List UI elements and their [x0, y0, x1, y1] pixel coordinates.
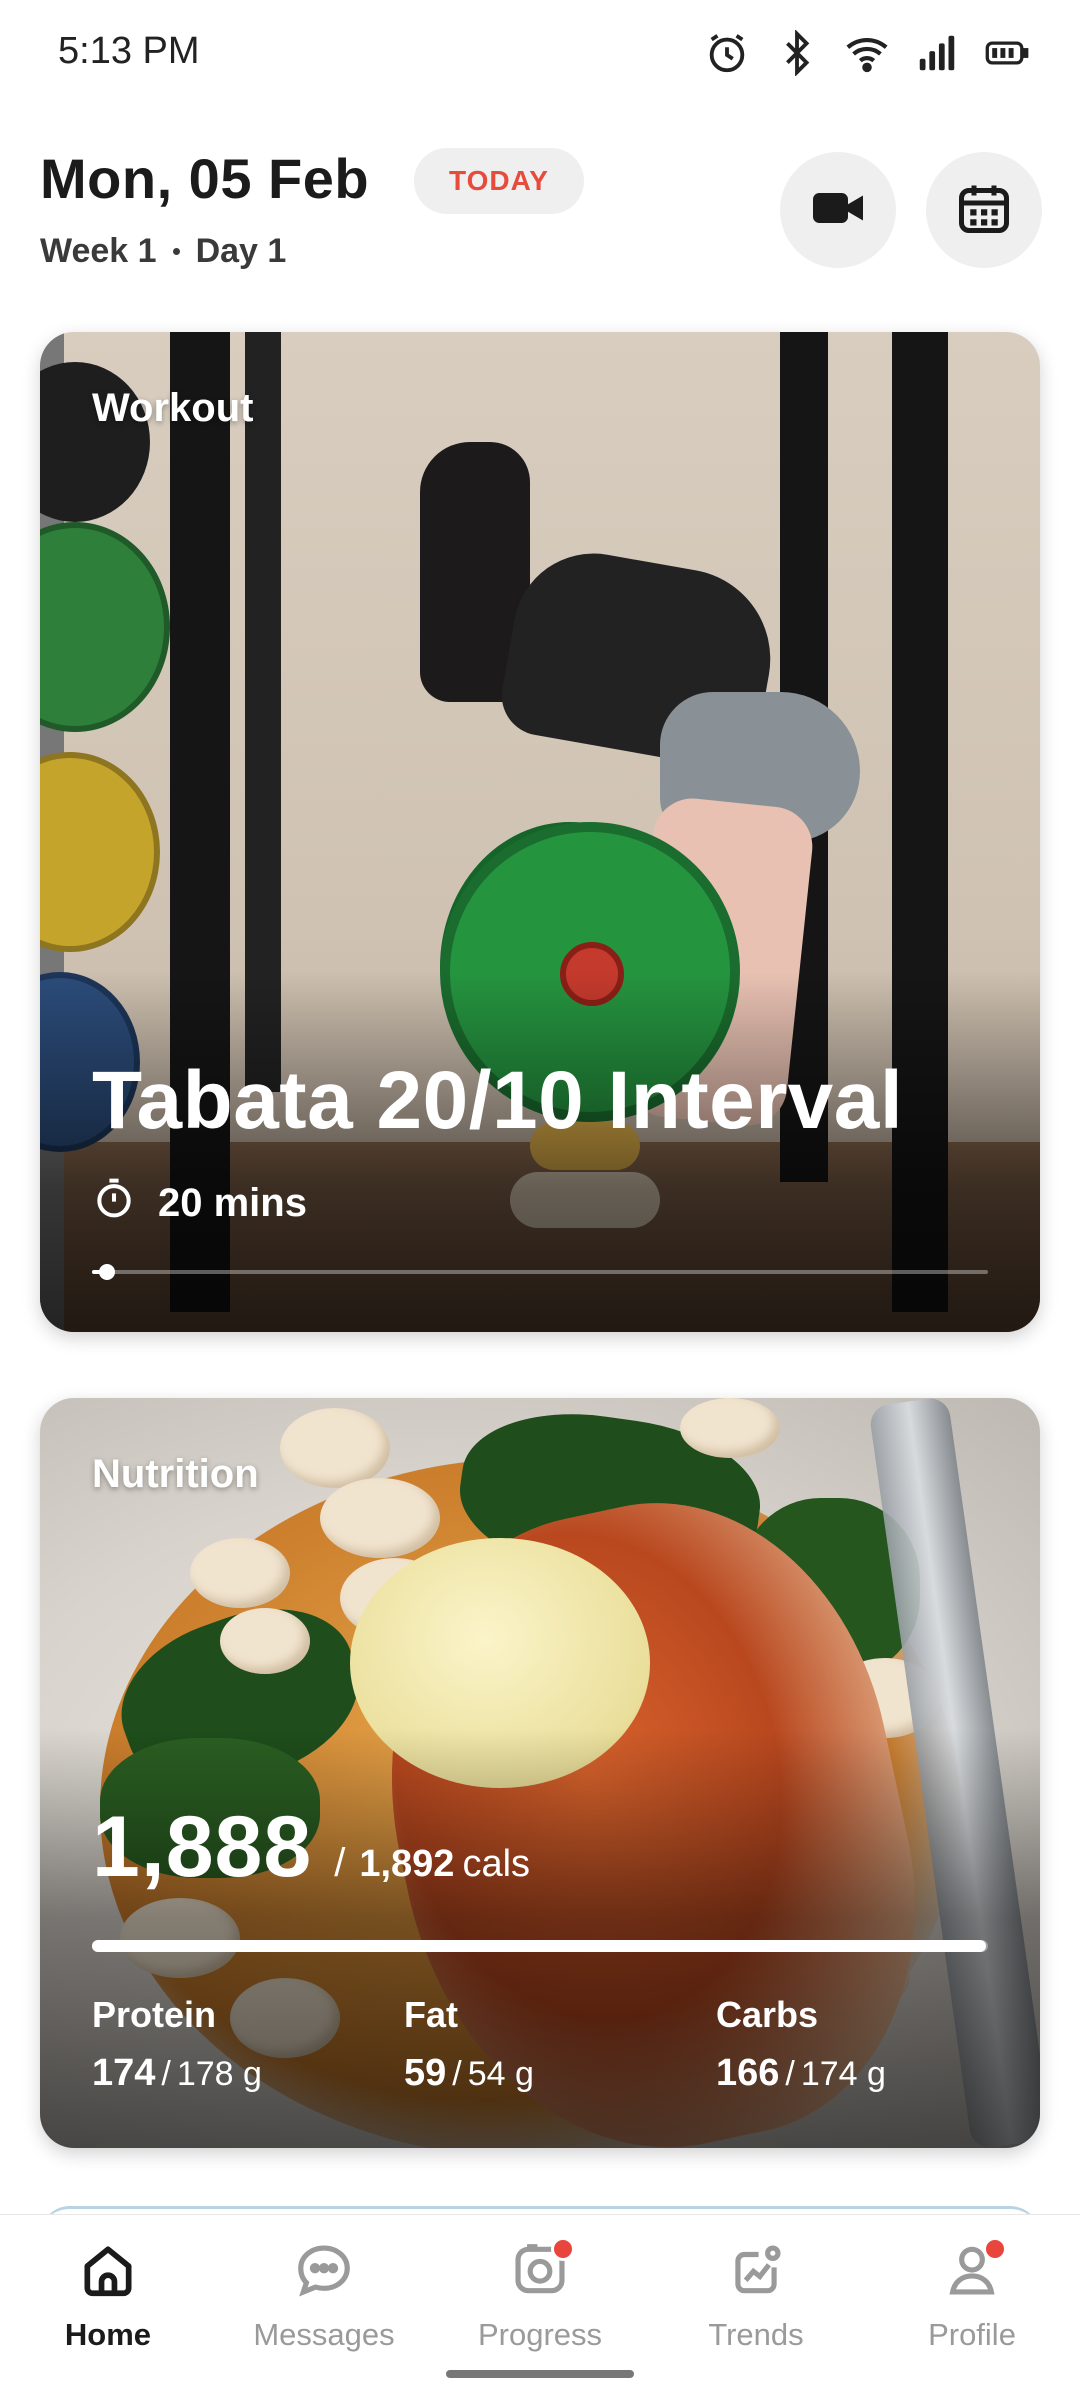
video-button[interactable] — [780, 152, 896, 268]
day-label: Day 1 — [195, 232, 287, 270]
home-icon — [77, 2239, 139, 2306]
workout-progress-bar — [92, 1264, 988, 1280]
calories-summary: 1,888 / 1,892 cals — [92, 1798, 530, 1897]
macro-label: Carbs — [716, 1994, 819, 2035]
macro-values: 59/54 g — [404, 2052, 716, 2095]
workout-gradient — [40, 972, 1040, 1332]
workout-progress-knob — [98, 1264, 115, 1280]
chat-icon — [293, 2239, 355, 2306]
signal-icon — [914, 30, 960, 81]
macro-consumed: 166 — [716, 2052, 780, 2094]
video-camera-icon — [808, 178, 868, 243]
notification-badge — [551, 2237, 575, 2261]
status-bar: 5:13 PM — [0, 0, 1080, 110]
week-day-indicator: Week 1 Day 1 — [40, 232, 286, 271]
calendar-button[interactable] — [926, 152, 1042, 268]
week-label: Week 1 — [40, 232, 157, 270]
calories-unit: cals — [462, 1843, 531, 1885]
macro-label: Protein — [92, 1994, 217, 2035]
nav-messages[interactable]: Messages — [216, 2237, 432, 2367]
macro-values: 166/174 g — [716, 2052, 1028, 2095]
calendar-icon — [954, 178, 1014, 243]
workout-label: Workout — [92, 386, 254, 430]
macro-protein: Protein 174/178 g — [92, 1994, 404, 2095]
macro-label: Fat — [404, 1994, 458, 2035]
notification-badge — [983, 2237, 1007, 2261]
calories-progress-fill — [92, 1940, 987, 1952]
macro-slash: / — [452, 2055, 462, 2093]
alarm-icon — [704, 30, 750, 81]
nav-profile[interactable]: Profile — [864, 2237, 1080, 2367]
nutrition-card[interactable]: Nutrition 1,888 / 1,892 cals Protein 174… — [40, 1398, 1040, 2148]
status-time: 5:13 PM — [58, 30, 200, 72]
macro-slash: / — [785, 2055, 795, 2093]
duration-text: 20 mins — [158, 1180, 307, 1225]
macro-slash: / — [161, 2055, 171, 2093]
macro-consumed: 174 — [92, 2052, 156, 2094]
nav-label: Messages — [253, 2317, 395, 2352]
status-icons — [704, 29, 1030, 81]
macro-target: 174 g — [800, 2055, 886, 2093]
macro-target: 178 g — [176, 2055, 262, 2093]
macro-consumed: 59 — [404, 2052, 447, 2094]
stopwatch-icon — [92, 1176, 136, 1230]
macro-fat: Fat 59/54 g — [404, 1994, 716, 2095]
page-header: Mon, 05 Feb TODAY Week 1 Day 1 — [40, 140, 1042, 280]
nav-home[interactable]: Home — [0, 2237, 216, 2367]
wifi-icon — [844, 30, 890, 81]
today-badge[interactable]: TODAY — [414, 148, 584, 214]
calories-separator: / — [334, 1841, 346, 1885]
nav-label: Trends — [708, 2317, 804, 2352]
workout-duration: 20 mins — [92, 1176, 307, 1230]
macro-carbs: Carbs 166/174 g — [716, 1994, 1028, 2095]
nav-label: Progress — [477, 2317, 603, 2352]
calories-progress-bar — [92, 1940, 988, 1952]
nav-label: Home — [64, 2317, 152, 2352]
nutrition-label: Nutrition — [92, 1452, 259, 1496]
workout-title: Tabata 20/10 Interval — [92, 1055, 904, 1146]
calories-consumed: 1,888 — [92, 1799, 313, 1895]
battery-icon — [984, 30, 1030, 81]
home-indicator[interactable] — [446, 2370, 634, 2378]
workout-card[interactable]: Workout Tabata 20/10 Interval 20 mins — [40, 332, 1040, 1332]
calories-target: 1,892 — [359, 1843, 455, 1885]
macro-target: 54 g — [467, 2055, 534, 2093]
nav-label: Profile — [928, 2317, 1016, 2352]
nav-trends[interactable]: Trends — [648, 2237, 864, 2367]
macros-row: Protein 174/178 g Fat 59/54 g Carbs 166/… — [92, 1994, 1032, 2095]
nav-progress[interactable]: Progress — [432, 2237, 648, 2367]
trends-icon — [725, 2239, 787, 2306]
separator-dot — [172, 248, 180, 255]
bluetooth-icon — [774, 29, 820, 81]
page-title: Mon, 05 Feb — [40, 147, 370, 210]
macro-values: 174/178 g — [92, 2052, 404, 2095]
